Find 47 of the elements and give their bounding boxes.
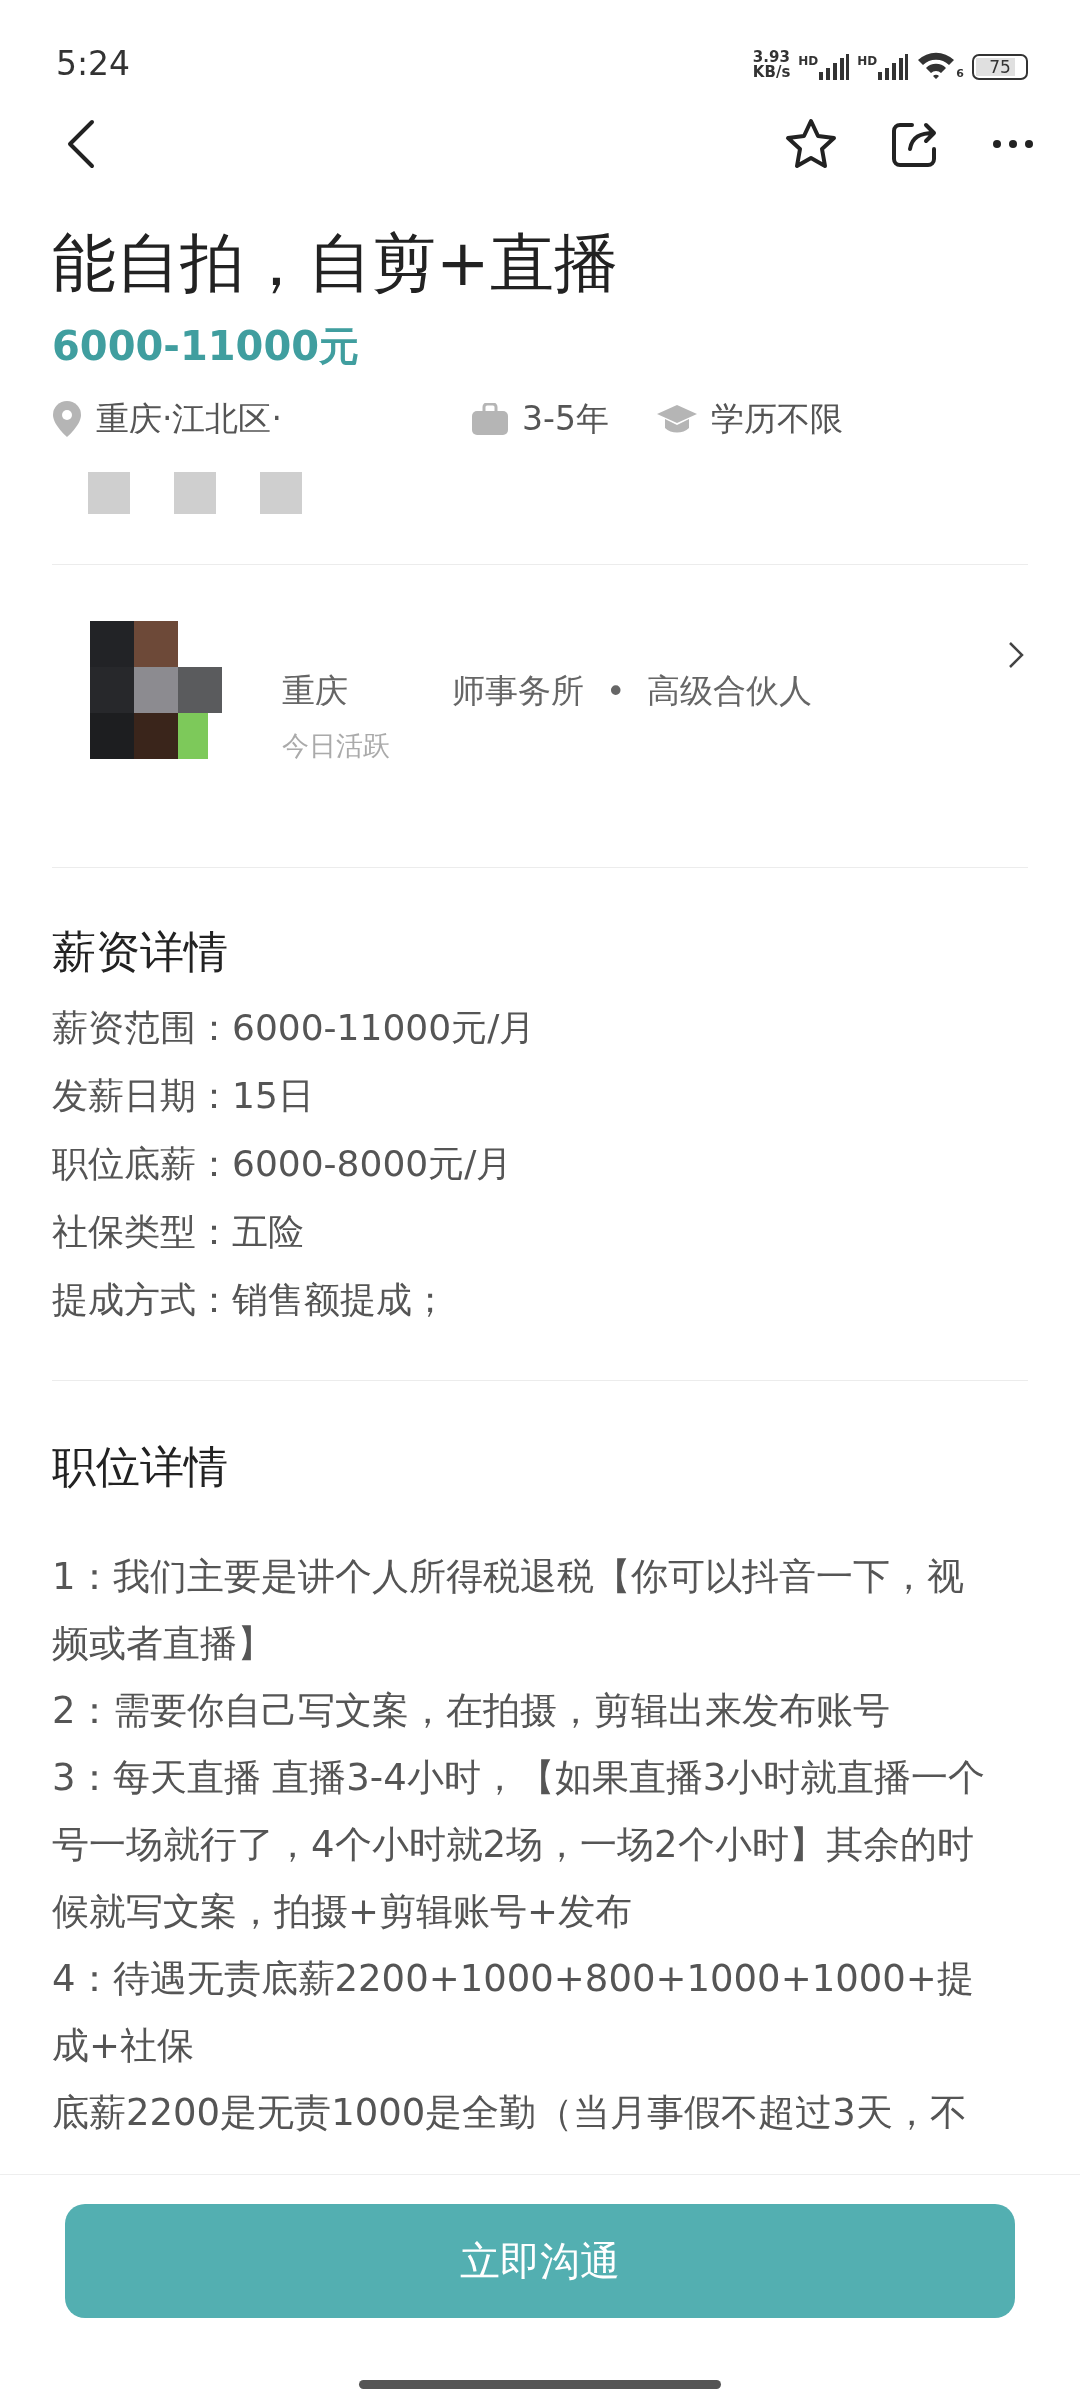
company-name: 师事务所 (452, 669, 584, 712)
hd-label: HD (798, 54, 819, 68)
description-paragraph: 2：需要你自己写文案，在拍摄，剪辑出来发布账号 (52, 1688, 891, 1734)
separator-dot: • (606, 671, 626, 711)
detail-label: 发薪日期： (52, 1075, 232, 1116)
battery-icon: 75 (972, 54, 1028, 80)
job-title: 能自拍，自剪+直播 (52, 225, 619, 302)
detail-value: 销售额提成； (232, 1279, 448, 1320)
detail-value: 15日 (232, 1075, 314, 1116)
redaction-block (260, 472, 302, 514)
detail-label: 薪资范围： (52, 1007, 232, 1048)
back-icon[interactable] (66, 119, 96, 169)
detail-label: 提成方式： (52, 1279, 232, 1320)
job-meta-text: 重庆·江北区· (96, 397, 282, 440)
status-time: 5:24 (56, 47, 131, 80)
description-paragraph: 3：每天直播 直播3-4小时，【如果直播3小时就直播一个号一场就行了，4个小时就2场，一场2个小时】其余的时候就写文案，拍摄+剪辑账号+发布 (52, 1755, 987, 1935)
job-meta-text: 学历不限 (710, 397, 843, 440)
detail-label: 社保类型： (52, 1211, 232, 1252)
job-meta-text: 3-5年 (522, 397, 609, 440)
detail-label: 职位底薪： (52, 1143, 232, 1184)
signal-icon (819, 54, 850, 80)
company-name: 重庆 (282, 669, 348, 712)
detail-value: 6000-8000元/月 (232, 1143, 513, 1184)
wifi-standard-label: 6 (956, 67, 964, 80)
network-speed: 3.93 KB/s (752, 50, 791, 80)
chevron-right-icon (1008, 641, 1024, 669)
graduation-cap-icon (656, 404, 697, 434)
wifi-icon (916, 50, 957, 80)
description-paragraph: 1：我们主要是讲个人所得税退税【你可以抖音一下，视频或者直播】 (52, 1554, 965, 1667)
redaction-block (174, 472, 216, 514)
description-paragraph: 底薪2200是无责1000是全勤（当月事假不超过3天，不 (52, 2090, 968, 2136)
activity-status: 今日活跃 (282, 728, 391, 763)
section-heading: 职位详情 (52, 1440, 229, 1494)
section-heading: 薪资详情 (52, 925, 229, 979)
description-paragraph: 4：待遇无责底薪2200+1000+800+1000+1000+提成+社保 (52, 1956, 975, 2069)
recruiter-row[interactable]: 重庆 师事务所 • 高级合伙人 今日活跃 (52, 565, 1028, 817)
star-icon[interactable] (784, 118, 838, 170)
recruiter-position: 高级合伙人 (647, 669, 813, 712)
detail-value: 五险 (232, 1211, 304, 1252)
signal-icon (878, 54, 909, 80)
location-pin-icon (52, 400, 82, 438)
briefcase-icon (472, 403, 508, 435)
more-icon[interactable] (992, 139, 1034, 149)
detail-value: 6000-11000元/月 (232, 1007, 536, 1048)
redaction-block (88, 472, 130, 514)
hd-label: HD (857, 54, 878, 68)
salary-range: 6000-11000元 (52, 322, 361, 371)
